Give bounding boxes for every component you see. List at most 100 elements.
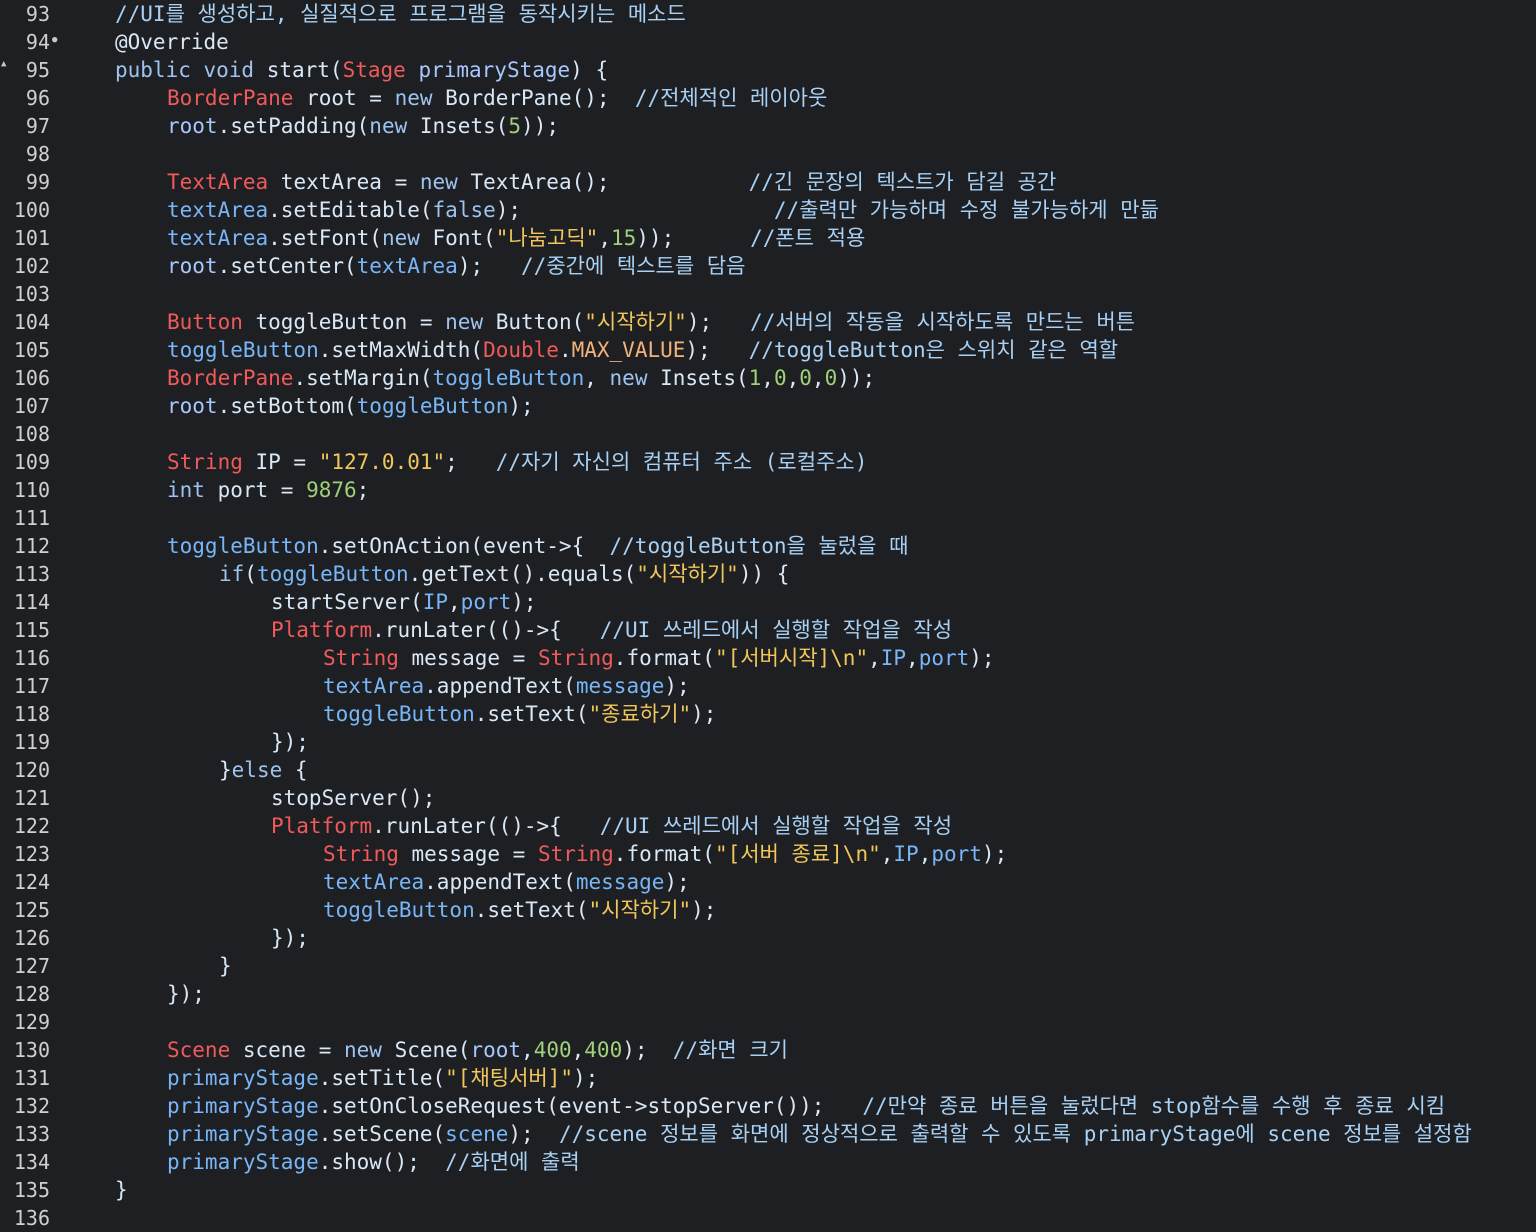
code-text[interactable]: int port = 9876;: [167, 476, 369, 504]
code-text[interactable]: Platform.runLater(()->{ //UI 쓰레드에서 실행할 작…: [271, 616, 952, 644]
code-line[interactable]: 99 TextArea textArea = new TextArea(); //…: [0, 168, 1536, 196]
code-line[interactable]: 112 toggleButton.setOnAction(event->{ //t…: [0, 532, 1536, 560]
code-token-const: MAX_VALUE: [571, 338, 686, 362]
code-text[interactable]: }else {: [219, 756, 308, 784]
code-line[interactable]: 108: [0, 420, 1536, 448]
code-line[interactable]: 103: [0, 280, 1536, 308]
line-gutter: 97: [0, 112, 60, 140]
code-token-string: "나눔고딕": [495, 226, 599, 250]
code-text[interactable]: Platform.runLater(()->{ //UI 쓰레드에서 실행할 작…: [271, 812, 952, 840]
code-line[interactable]: 95 ▲ public void start(Stage primaryStage)…: [0, 56, 1536, 84]
code-text[interactable]: toggleButton.setText("시작하기");: [323, 896, 716, 924]
code-line[interactable]: 97 root.setPadding(new Insets(5));: [0, 112, 1536, 140]
code-line[interactable]: 127}: [0, 952, 1536, 980]
code-line[interactable]: 101 textArea.setFont(new Font("나눔고딕",15))…: [0, 224, 1536, 252]
code-line[interactable]: 129: [0, 1008, 1536, 1036]
code-line[interactable]: 135}: [0, 1176, 1536, 1204]
code-text[interactable]: });: [271, 728, 309, 756]
code-text[interactable]: BorderPane root = new BorderPane(); //전체…: [167, 84, 827, 112]
code-text[interactable]: Button toggleButton = new Button("시작하기")…: [167, 308, 1135, 336]
code-line[interactable]: 132 primaryStage.setOnCloseRequest(event-…: [0, 1092, 1536, 1120]
code-text[interactable]: }: [115, 1176, 128, 1204]
code-text[interactable]: primaryStage.setScene(scene); //scene 정보…: [167, 1120, 1472, 1148]
code-line[interactable]: 100 textArea.setEditable(false); //출력만 가능…: [0, 196, 1536, 224]
code-token-default: ));: [837, 366, 876, 390]
code-line[interactable]: 104 Button toggleButton = new Button("시작하…: [0, 308, 1536, 336]
code-line[interactable]: 106 BorderPane.setMargin(toggleButton, ne…: [0, 364, 1536, 392]
code-line[interactable]: 114 startServer(IP,port);: [0, 588, 1536, 616]
code-text[interactable]: toggleButton.setOnAction(event->{ //togg…: [167, 532, 908, 560]
code-line[interactable]: 118 toggleButton.setText("종료하기");: [0, 700, 1536, 728]
code-line[interactable]: 122 Platform.runLater(()->{ //UI 쓰레드에서 실행…: [0, 812, 1536, 840]
code-token-default: Font(: [432, 226, 496, 250]
code-token-keyword: new: [344, 1038, 395, 1062]
code-text[interactable]: BorderPane.setMargin(toggleButton, new I…: [167, 364, 875, 392]
code-line[interactable]: 115 Platform.runLater(()->{ //UI 쓰레드에서 실행…: [0, 616, 1536, 644]
code-line[interactable]: 110 int port = 9876;: [0, 476, 1536, 504]
code-text[interactable]: String message = String.format("[서버 종료]\…: [323, 840, 1007, 868]
code-text[interactable]: TextArea textArea = new TextArea(); //긴 …: [167, 168, 1056, 196]
code-text[interactable]: root.setBottom(toggleButton);: [167, 392, 534, 420]
code-text[interactable]: });: [271, 924, 309, 952]
line-gutter: 94 ●: [0, 28, 60, 56]
code-text[interactable]: root.setPadding(new Insets(5));: [167, 112, 559, 140]
code-line[interactable]: 119});: [0, 728, 1536, 756]
fold-up-icon[interactable]: ▲: [1, 60, 6, 69]
code-line[interactable]: 125 toggleButton.setText("시작하기");: [0, 896, 1536, 924]
code-line[interactable]: 131 primaryStage.setTitle("[채팅서버]");: [0, 1064, 1536, 1092]
code-text[interactable]: String IP = "127.0.01"; //자기 자신의 컴퓨터 주소 …: [167, 448, 867, 476]
code-line[interactable]: 107 root.setBottom(toggleButton);: [0, 392, 1536, 420]
code-editor[interactable]: 93 //UI를 생성하고, 실질적으로 프로그램을 동작시키는 메소드 94 ● @O…: [0, 0, 1536, 1232]
code-line[interactable]: 93 //UI를 생성하고, 실질적으로 프로그램을 동작시키는 메소드: [0, 0, 1536, 28]
code-token-comment: //자기 자신의 컴퓨터 주소 (로컬주소): [495, 450, 868, 474]
code-text[interactable]: stopServer();: [271, 784, 435, 812]
code-text[interactable]: primaryStage.setTitle("[채팅서버]");: [167, 1064, 598, 1092]
code-line[interactable]: 116 String message = String.format("[서버시작…: [0, 644, 1536, 672]
code-text[interactable]: textArea.setFont(new Font("나눔고딕",15)); /…: [167, 224, 865, 252]
code-token-type: Double: [483, 338, 559, 362]
code-line[interactable]: 136: [0, 1204, 1536, 1232]
code-line[interactable]: 133 primaryStage.setScene(scene); //scene…: [0, 1120, 1536, 1148]
code-line[interactable]: 130 Scene scene = new Scene(root,400,400)…: [0, 1036, 1536, 1064]
code-line[interactable]: 102 root.setCenter(textArea); //중간에 텍스트를 …: [0, 252, 1536, 280]
code-line[interactable]: 124 textArea.appendText(message);: [0, 868, 1536, 896]
code-text[interactable]: public void start(Stage primaryStage) {: [115, 56, 608, 84]
code-token-comment: //서버의 작동을 시작하도록 만드는 버튼: [750, 310, 1136, 334]
code-line[interactable]: 123 String message = String.format("[서버 종…: [0, 840, 1536, 868]
code-token-default: }: [219, 954, 232, 978]
line-gutter: 103: [0, 280, 60, 308]
override-dot-icon[interactable]: ●: [52, 36, 57, 45]
code-text[interactable]: @Override: [115, 28, 229, 56]
code-line[interactable]: 128});: [0, 980, 1536, 1008]
code-line[interactable]: 105 toggleButton.setMaxWidth(Double.MAX_V…: [0, 336, 1536, 364]
code-line[interactable]: 111: [0, 504, 1536, 532]
code-line[interactable]: 94 ● @Override: [0, 28, 1536, 56]
code-text[interactable]: Scene scene = new Scene(root,400,400); /…: [167, 1036, 788, 1064]
code-line[interactable]: 96 BorderPane root = new BorderPane(); //…: [0, 84, 1536, 112]
code-text[interactable]: if(toggleButton.getText().equals("시작하기")…: [219, 560, 789, 588]
code-token-field: primaryStage: [167, 1066, 319, 1090]
code-text[interactable]: }: [219, 952, 232, 980]
code-text[interactable]: startServer(IP,port);: [271, 588, 537, 616]
code-line[interactable]: 98: [0, 140, 1536, 168]
code-token-default: );: [691, 898, 717, 922]
code-text[interactable]: primaryStage.show(); //화면에 출력: [167, 1148, 580, 1176]
code-text[interactable]: toggleButton.setText("종료하기");: [323, 700, 716, 728]
code-text[interactable]: });: [167, 980, 205, 1008]
code-text[interactable]: textArea.setEditable(false); //출력만 가능하며 …: [167, 196, 1159, 224]
code-text[interactable]: String message = String.format("[서버시작]\n…: [323, 644, 995, 672]
code-text[interactable]: //UI를 생성하고, 실질적으로 프로그램을 동작시키는 메소드: [115, 0, 686, 28]
code-line[interactable]: 113 if(toggleButton.getText().equals("시작하…: [0, 560, 1536, 588]
code-line[interactable]: 120}else {: [0, 756, 1536, 784]
code-text[interactable]: toggleButton.setMaxWidth(Double.MAX_VALU…: [167, 336, 1118, 364]
code-line[interactable]: 126});: [0, 924, 1536, 952]
code-line[interactable]: 134 primaryStage.show(); //화면에 출력: [0, 1148, 1536, 1176]
code-line[interactable]: 117 textArea.appendText(message);: [0, 672, 1536, 700]
code-text[interactable]: root.setCenter(textArea); //중간에 텍스트를 담음: [167, 252, 745, 280]
code-text[interactable]: textArea.appendText(message);: [323, 868, 690, 896]
code-line[interactable]: 109 String IP = "127.0.01"; //자기 자신의 컴퓨터 …: [0, 448, 1536, 476]
code-token-field: IP: [880, 646, 907, 670]
code-text[interactable]: textArea.appendText(message);: [323, 672, 690, 700]
code-text[interactable]: primaryStage.setOnCloseRequest(event->st…: [167, 1092, 1445, 1120]
code-line[interactable]: 121 stopServer();: [0, 784, 1536, 812]
